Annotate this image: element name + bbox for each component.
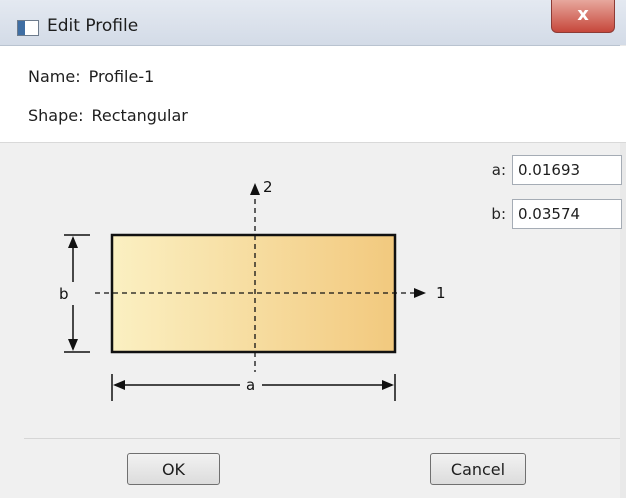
axis-2-arrow-icon — [250, 183, 260, 195]
dimension-b-top-arrow-icon — [68, 236, 78, 248]
edit-profile-dialog: Edit Profile x Name: Profile-1 Shape: Rect… — [0, 0, 626, 498]
axis-1-label: 1 — [436, 284, 446, 302]
param-a-label: a: — [491, 161, 506, 179]
param-a-row: a: — [482, 155, 622, 185]
cancel-button[interactable]: Cancel — [430, 453, 526, 485]
ok-button[interactable]: OK — [127, 453, 220, 485]
param-a-input[interactable] — [512, 155, 622, 185]
dimension-a-right-arrow-icon — [382, 380, 394, 390]
param-b-input[interactable] — [512, 199, 622, 229]
dimension-b-label: b — [59, 285, 69, 303]
dimension-a-left-arrow-icon — [113, 380, 125, 390]
dimension-a-label: a — [246, 376, 255, 394]
axis-2-label: 2 — [263, 178, 273, 196]
param-b-row: b: — [482, 199, 622, 229]
footer-divider — [24, 438, 620, 439]
axis-1-arrow-icon — [414, 288, 426, 298]
param-b-label: b: — [491, 205, 506, 223]
profile-diagram: 2 1 b a — [59, 178, 446, 401]
dimension-b-bottom-arrow-icon — [68, 339, 78, 351]
profile-rectangle — [110, 233, 397, 354]
